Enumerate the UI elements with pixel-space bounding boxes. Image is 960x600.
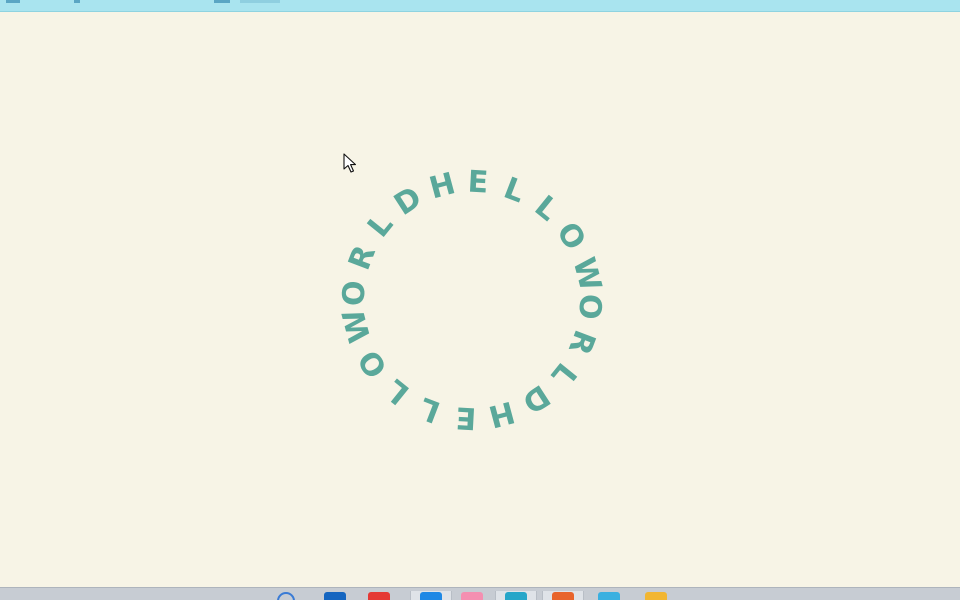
ring-letter-glyph: L (361, 207, 401, 245)
app-icon-blue[interactable] (324, 592, 346, 600)
app-icon-screen[interactable] (598, 592, 620, 600)
ring-letter-glyph: L (414, 389, 446, 430)
ring-letter-glyph: O (351, 343, 395, 384)
app-icon-red[interactable] (368, 592, 390, 600)
ring-letter-glyph: O (336, 279, 373, 307)
ring-letter-glyph: L (527, 189, 565, 229)
folder-icon[interactable] (645, 592, 667, 600)
app-icon-pink[interactable] (461, 592, 483, 600)
app-icon-teal[interactable] (505, 592, 527, 600)
ring-letter-glyph: L (498, 170, 530, 211)
mouse-pointer-icon (343, 153, 357, 173)
ring-letter-glyph: R (561, 325, 603, 360)
ring-letter-glyph: H (425, 166, 459, 207)
ring-letter-glyph: D (515, 377, 556, 421)
app-icon-orange[interactable] (552, 592, 574, 600)
ring-letter-glyph: H (485, 393, 519, 434)
ring-letter-glyph: W (565, 253, 608, 295)
ring-letter-glyph: O (549, 216, 593, 257)
ring-letter-glyph: L (543, 355, 583, 393)
search-icon[interactable] (277, 592, 295, 600)
ring-letter-glyph: O (571, 293, 608, 321)
taskbar (0, 587, 960, 600)
ring-letter-glyph: E (454, 399, 478, 436)
app-icon-vscode[interactable] (420, 592, 442, 600)
circular-text: HELLOWORLDHELLOWORLD (0, 0, 960, 588)
ring-letter-glyph: D (388, 179, 429, 223)
ring-letter-glyph: R (341, 240, 383, 275)
ring-letter-glyph: W (336, 305, 379, 347)
ring-letter-glyph: E (466, 164, 490, 201)
ring-letter-glyph: L (379, 371, 417, 411)
